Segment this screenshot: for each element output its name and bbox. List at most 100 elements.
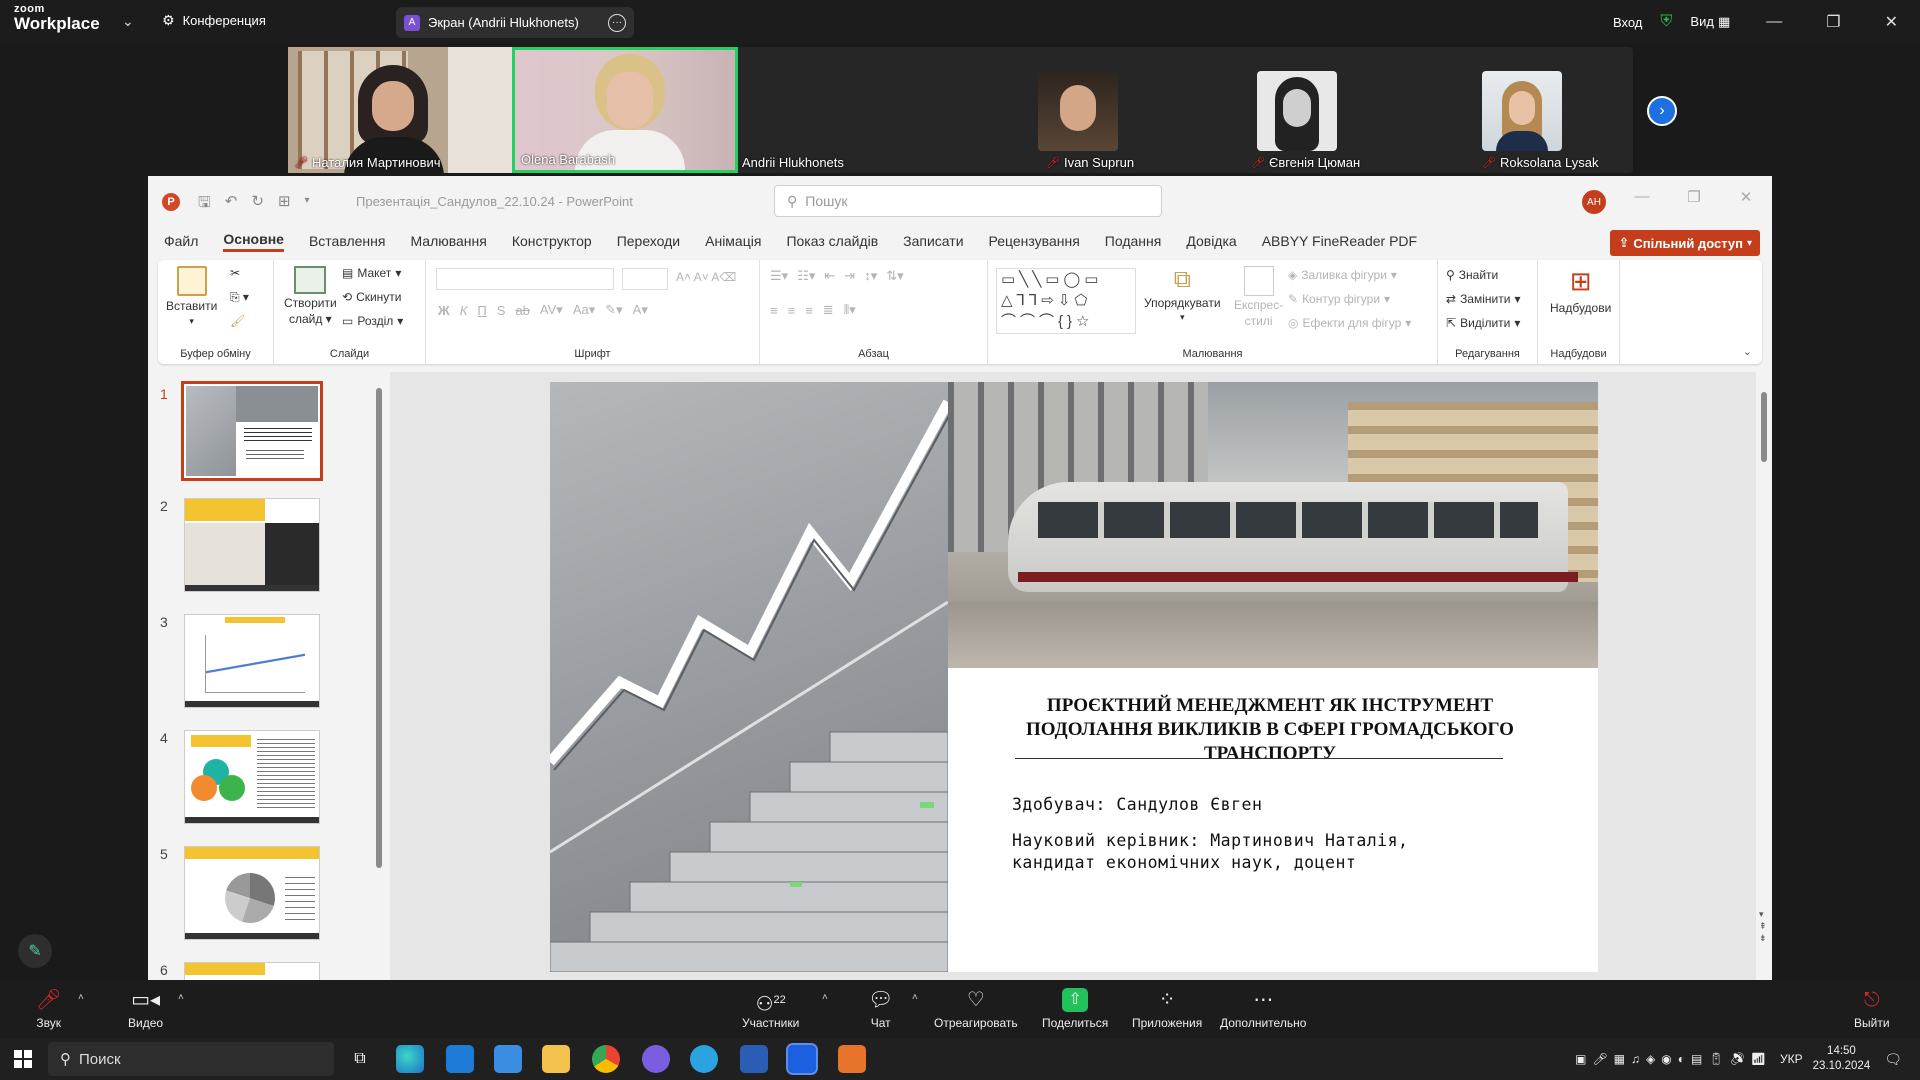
align-left-icon[interactable]: ≡ <box>770 303 778 318</box>
participant-tile[interactable]: 🎤︎ Наталия Мартинович <box>288 47 512 173</box>
line-spacing-icon[interactable]: ↕▾ <box>864 268 877 284</box>
bold-icon[interactable]: Ж <box>438 303 450 318</box>
save-icon[interactable]: 🖫︎ <box>198 192 211 217</box>
close-icon[interactable]: ✕ <box>1720 188 1772 206</box>
columns-icon[interactable]: ⫴▾ <box>844 302 856 318</box>
leave-button[interactable]: ⎋ Выйти <box>1854 988 1890 1030</box>
participant-tile-active[interactable]: Olena Barabash <box>512 47 738 173</box>
audio-button[interactable]: 🎤︎ Звук <box>36 988 61 1030</box>
numbering-icon[interactable]: ☷▾ <box>797 268 815 284</box>
select-button[interactable]: ⇱ Виділити ▾ <box>1446 316 1520 330</box>
tab-transitions[interactable]: Переходи <box>617 233 680 249</box>
more-button[interactable]: ⋯ Дополнительно <box>1220 988 1306 1030</box>
underline-icon[interactable]: П <box>477 303 486 318</box>
customize-icon[interactable]: ▾ <box>305 195 310 217</box>
align-center-icon[interactable]: ≡ <box>788 303 796 318</box>
chevron-down-icon[interactable]: ⌄ <box>122 13 134 30</box>
list-icons[interactable]: ☰▾ ☷▾ ⇤ ⇥ ↕▾ ⇅▾ <box>770 268 904 284</box>
slide-thumbnail-2[interactable] <box>184 498 320 592</box>
slide-thumbnail-3[interactable] <box>184 614 320 708</box>
participant-tile[interactable]: 🎤︎ Євгенія Цюман <box>1189 47 1414 173</box>
tab-design[interactable]: Конструктор <box>512 233 592 249</box>
chrome-icon[interactable] <box>592 1045 620 1073</box>
tab-view[interactable]: Подання <box>1105 233 1162 249</box>
participant-tile[interactable]: 🎤︎ Ivan Suprun <box>964 47 1189 173</box>
viber-icon[interactable] <box>642 1045 670 1073</box>
tray-icons[interactable]: ▣🎤︎▦♫◈◉◐▤🔋︎🔊︎📶︎ <box>1575 1052 1772 1066</box>
share-screen-button[interactable]: ⇧ Поделиться <box>1042 988 1108 1030</box>
zoom-app-icon[interactable] <box>786 1043 818 1075</box>
case-icon[interactable]: Aa▾ <box>573 302 595 318</box>
participant-tile[interactable]: Andrii Hlukhonets <box>738 47 964 173</box>
minimize-icon[interactable]: — <box>1616 188 1668 206</box>
new-slide-button[interactable]: Створити слайд ▾ <box>284 266 337 326</box>
shape-fill-button[interactable]: ◈ Заливка фігури ▾ <box>1288 268 1397 282</box>
grow-font-icon[interactable]: A˄ A˅ A⌫ <box>676 270 736 284</box>
cut-icon[interactable]: ✂ <box>230 266 240 280</box>
participant-tile[interactable]: 🎤︎ Roksolana Lysak <box>1414 47 1639 173</box>
restore-icon[interactable]: ❐ <box>1826 12 1840 32</box>
strike-icon[interactable]: ab <box>515 303 529 318</box>
tab-animations[interactable]: Анімація <box>705 233 761 249</box>
arrange-button[interactable]: ⧉ Упорядкувати ▾ <box>1144 266 1221 323</box>
reset-button[interactable]: ⟲ Скинути <box>342 290 402 304</box>
copy-icon[interactable]: ⎘ ▾ <box>230 290 249 305</box>
view-button[interactable]: Вид ▦ <box>1690 14 1730 30</box>
taskbar-clock[interactable]: 14:50 23.10.2024 <box>1813 1044 1871 1074</box>
tab-home[interactable]: Основне <box>223 231 284 252</box>
tab-draw[interactable]: Малювання <box>410 233 486 249</box>
chevron-up-icon[interactable]: ˄ <box>78 992 84 1003</box>
slide-thumbnail-5[interactable] <box>184 846 320 940</box>
shield-icon[interactable]: ⛨ <box>1660 13 1672 31</box>
video-button[interactable]: ▭◂ Видео <box>128 988 163 1030</box>
addins-button[interactable]: ⊞ Надбудови <box>1550 266 1611 315</box>
chevron-up-icon[interactable]: ˄ <box>822 992 828 1003</box>
store-icon[interactable] <box>494 1045 522 1073</box>
quick-styles-button[interactable]: Експрес- стилі <box>1234 266 1283 328</box>
spacing-icon[interactable]: AV▾ <box>540 302 563 318</box>
apps-button[interactable]: ⁘ Приложения <box>1132 988 1202 1030</box>
avatar[interactable]: AH <box>1582 190 1606 214</box>
file-explorer-icon[interactable] <box>542 1045 570 1073</box>
section-button[interactable]: ▭ Розділ ▾ <box>342 314 403 328</box>
font-color-icon[interactable]: A▾ <box>633 302 648 318</box>
present-icon[interactable]: ⊞ <box>278 192 291 217</box>
word-icon[interactable] <box>740 1045 768 1073</box>
share-button[interactable]: ⇪ Спільний доступ ▾ <box>1610 230 1760 256</box>
login-button[interactable]: Вход <box>1613 15 1642 30</box>
telegram-icon[interactable] <box>690 1045 718 1073</box>
thumbnail-scrollbar[interactable] <box>376 388 382 868</box>
tab-slideshow[interactable]: Показ слайдів <box>786 233 878 249</box>
tab-record[interactable]: Записати <box>903 233 963 249</box>
powerpoint-taskbar-icon[interactable] <box>838 1045 866 1073</box>
task-view-icon[interactable]: ⧉ <box>346 1045 374 1073</box>
align-right-icon[interactable]: ≡ <box>805 303 813 318</box>
shapes-gallery[interactable]: ▭╲╲▭◯▭ △⅂⅂⇨⇩⬠ ⌒⌒⌒{}☆ <box>996 268 1136 334</box>
justify-icon[interactable]: ≣ <box>823 302 834 318</box>
align-icons[interactable]: ≡ ≡ ≡ ≣ ⫴▾ <box>770 302 856 318</box>
minimize-icon[interactable]: — <box>1766 13 1782 31</box>
slide-thumbnail-6[interactable] <box>184 962 320 980</box>
tab-help[interactable]: Довідка <box>1186 233 1236 249</box>
find-button[interactable]: ⚲ Знайти <box>1446 268 1498 282</box>
close-icon[interactable]: ✕ <box>1885 12 1898 32</box>
notifications-icon[interactable]: 🗨︎ <box>1884 1051 1902 1068</box>
slide-thumbnail-1[interactable] <box>181 381 323 481</box>
paste-button[interactable]: Вставити ▾ <box>166 266 217 327</box>
restore-icon[interactable]: ❐ <box>1668 188 1720 206</box>
highlight-icon[interactable]: ✎▾ <box>605 302 622 318</box>
annotate-pencil-icon[interactable]: ✎ <box>18 934 52 968</box>
indent-increase-icon[interactable]: ⇥ <box>844 268 855 284</box>
taskbar-search[interactable]: ⚲ Поиск <box>48 1042 334 1076</box>
bullets-icon[interactable]: ☰▾ <box>770 268 788 284</box>
windows-start-icon[interactable] <box>14 1050 32 1068</box>
font-family-select[interactable] <box>436 268 614 290</box>
tab-insert[interactable]: Вставлення <box>309 233 386 249</box>
canvas-scrollbar[interactable]: ▾ ⇞ ⇟ <box>1756 372 1772 980</box>
tab-abbyy[interactable]: ABBYY FineReader PDF <box>1262 233 1417 249</box>
format-painter-icon[interactable]: 🖌︎ <box>230 314 245 328</box>
shape-outline-button[interactable]: ✎ Контур фігури ▾ <box>1288 292 1390 306</box>
font-format-icons[interactable]: Ж К П Sab AV▾ Aa▾ ✎▾ A▾ <box>438 302 648 318</box>
edge-icon[interactable] <box>396 1045 424 1073</box>
font-size-select[interactable] <box>622 268 668 290</box>
